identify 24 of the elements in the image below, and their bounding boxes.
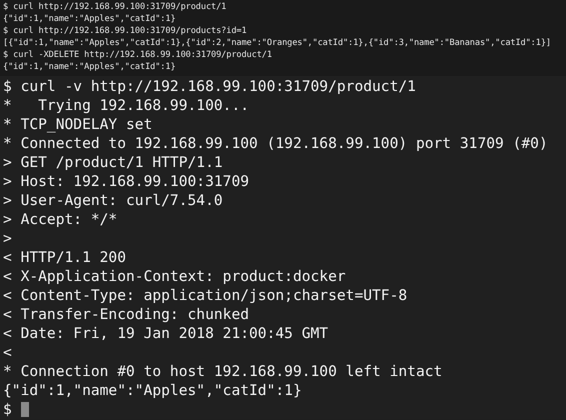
terminal-line: * Connected to 192.168.99.100 (192.168.99.100) port 31709 (#0): [3, 134, 549, 153]
shell-prompt: $: [3, 400, 12, 419]
terminal-line: $ curl -XDELETE http://192.168.99.100:31709/product/1: [3, 49, 273, 61]
terminal-line: {"id":1,"name":"Apples","catId":1}: [3, 381, 303, 400]
terminal-line: < X-Application-Context: product:docker: [3, 267, 347, 286]
terminal-line: $ curl -v http://192.168.99.100:31709/product/1: [3, 77, 417, 96]
terminal-line: > GET /product/1 HTTP/1.1: [3, 153, 224, 172]
terminal-line: $ curl http://192.168.99.100:31709/products?id=1: [3, 25, 248, 37]
terminal-line: <: [3, 343, 13, 362]
terminal-line: * Connection #0 to host 192.168.99.100 left intact: [3, 362, 444, 381]
terminal-line: < HTTP/1.1 200: [3, 248, 128, 267]
terminal-line: > User-Agent: curl/7.54.0: [3, 191, 224, 210]
terminal-line: < Content-Type: application/json;charset=UTF-8: [3, 286, 408, 305]
terminal-line: > Host: 192.168.99.100:31709: [3, 172, 250, 191]
terminal-line: * TCP_NODELAY set: [3, 115, 154, 134]
terminal-line: [{"id":1,"name":"Apples","catId":1},{"id":2,"name":"Oranges","catId":1},{"id":3,"name":"Bananas","catId":1}]: [3, 37, 552, 49]
terminal-line: {"id":1,"name":"Apples","catId":1}: [3, 61, 177, 73]
terminal-line: {"id":1,"name":"Apples","catId":1}: [3, 13, 177, 25]
terminal-line: * Trying 192.168.99.100...: [3, 96, 250, 115]
terminal-line: >: [3, 229, 13, 248]
terminal-line: < Date: Fri, 19 Jan 2018 21:00:45 GMT: [3, 324, 330, 343]
terminal-line: $ curl http://192.168.99.100:31709/product/1: [3, 1, 228, 13]
terminal-line: > Accept: */*: [3, 210, 118, 229]
terminal-line: < Transfer-Encoding: chunked: [3, 305, 250, 324]
